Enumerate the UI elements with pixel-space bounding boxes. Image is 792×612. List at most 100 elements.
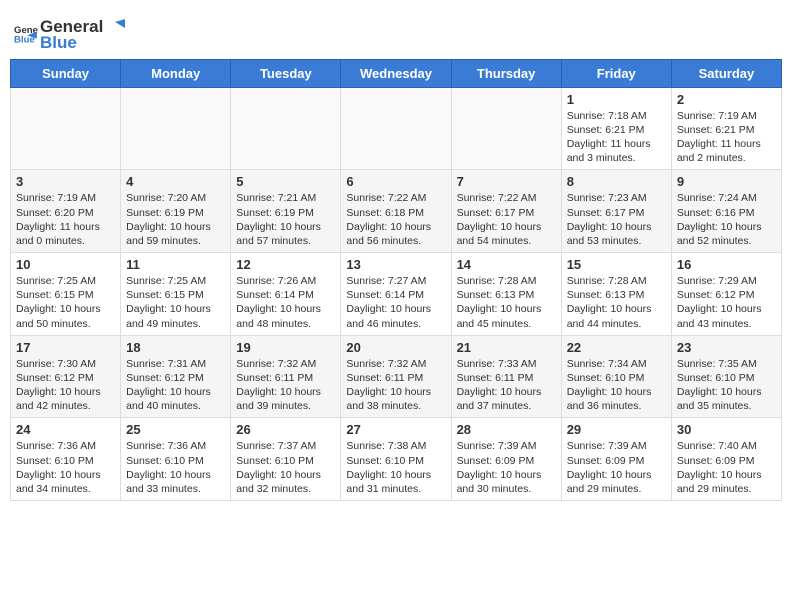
week-row-3: 10Sunrise: 7:25 AMSunset: 6:15 PMDayligh…	[11, 253, 782, 336]
day-info: Sunset: 6:15 PM	[16, 288, 115, 302]
day-info: Sunset: 6:09 PM	[677, 454, 776, 468]
calendar-cell: 22Sunrise: 7:34 AMSunset: 6:10 PMDayligh…	[561, 335, 671, 418]
day-number: 14	[457, 257, 556, 272]
day-info: Sunset: 6:09 PM	[567, 454, 666, 468]
day-info: Sunrise: 7:29 AM	[677, 274, 776, 288]
days-header-row: SundayMondayTuesdayWednesdayThursdayFrid…	[11, 59, 782, 87]
day-info: Daylight: 10 hours and 32 minutes.	[236, 468, 335, 496]
day-number: 29	[567, 422, 666, 437]
day-header-saturday: Saturday	[671, 59, 781, 87]
calendar-cell: 28Sunrise: 7:39 AMSunset: 6:09 PMDayligh…	[451, 418, 561, 501]
day-info: Daylight: 10 hours and 38 minutes.	[346, 385, 445, 413]
day-info: Sunrise: 7:27 AM	[346, 274, 445, 288]
day-number: 22	[567, 340, 666, 355]
day-info: Daylight: 10 hours and 52 minutes.	[677, 220, 776, 248]
calendar-cell: 23Sunrise: 7:35 AMSunset: 6:10 PMDayligh…	[671, 335, 781, 418]
header: General Blue General Blue	[10, 10, 782, 55]
calendar-table: SundayMondayTuesdayWednesdayThursdayFrid…	[10, 59, 782, 501]
day-number: 3	[16, 174, 115, 189]
calendar-cell: 11Sunrise: 7:25 AMSunset: 6:15 PMDayligh…	[121, 253, 231, 336]
day-info: Sunrise: 7:37 AM	[236, 439, 335, 453]
day-info: Daylight: 10 hours and 40 minutes.	[126, 385, 225, 413]
day-info: Sunrise: 7:40 AM	[677, 439, 776, 453]
day-number: 13	[346, 257, 445, 272]
logo-bird-icon	[103, 16, 125, 38]
day-info: Sunset: 6:12 PM	[16, 371, 115, 385]
calendar-cell: 16Sunrise: 7:29 AMSunset: 6:12 PMDayligh…	[671, 253, 781, 336]
day-info: Sunset: 6:10 PM	[567, 371, 666, 385]
calendar-cell: 4Sunrise: 7:20 AMSunset: 6:19 PMDaylight…	[121, 170, 231, 253]
calendar-cell: 8Sunrise: 7:23 AMSunset: 6:17 PMDaylight…	[561, 170, 671, 253]
day-info: Daylight: 10 hours and 48 minutes.	[236, 302, 335, 330]
day-header-sunday: Sunday	[11, 59, 121, 87]
day-header-friday: Friday	[561, 59, 671, 87]
day-info: Daylight: 10 hours and 49 minutes.	[126, 302, 225, 330]
day-info: Daylight: 11 hours and 3 minutes.	[567, 137, 666, 165]
day-info: Daylight: 10 hours and 44 minutes.	[567, 302, 666, 330]
day-info: Daylight: 10 hours and 39 minutes.	[236, 385, 335, 413]
day-info: Sunset: 6:12 PM	[126, 371, 225, 385]
day-info: Sunrise: 7:31 AM	[126, 357, 225, 371]
day-info: Sunrise: 7:22 AM	[346, 191, 445, 205]
day-info: Sunset: 6:17 PM	[567, 206, 666, 220]
calendar-cell: 15Sunrise: 7:28 AMSunset: 6:13 PMDayligh…	[561, 253, 671, 336]
day-info: Sunset: 6:15 PM	[126, 288, 225, 302]
day-number: 19	[236, 340, 335, 355]
day-info: Daylight: 10 hours and 29 minutes.	[677, 468, 776, 496]
day-info: Sunset: 6:18 PM	[346, 206, 445, 220]
day-info: Sunrise: 7:18 AM	[567, 109, 666, 123]
day-info: Sunset: 6:16 PM	[677, 206, 776, 220]
calendar-cell: 20Sunrise: 7:32 AMSunset: 6:11 PMDayligh…	[341, 335, 451, 418]
day-number: 28	[457, 422, 556, 437]
day-info: Daylight: 10 hours and 37 minutes.	[457, 385, 556, 413]
day-info: Daylight: 11 hours and 2 minutes.	[677, 137, 776, 165]
calendar-cell: 18 Sunrise: 7:31 AMSunset: 6:12 PMDayligh…	[121, 335, 231, 418]
week-row-2: 3Sunrise: 7:19 AMSunset: 6:20 PMDaylight…	[11, 170, 782, 253]
calendar-cell	[121, 87, 231, 170]
day-number: 2	[677, 92, 776, 107]
calendar-cell	[11, 87, 121, 170]
day-info: Daylight: 10 hours and 34 minutes.	[16, 468, 115, 496]
day-info: Sunset: 6:14 PM	[236, 288, 335, 302]
week-row-1: 1Sunrise: 7:18 AMSunset: 6:21 PMDaylight…	[11, 87, 782, 170]
calendar-cell: 29Sunrise: 7:39 AMSunset: 6:09 PMDayligh…	[561, 418, 671, 501]
day-info: Daylight: 10 hours and 42 minutes.	[16, 385, 115, 413]
day-number: 21	[457, 340, 556, 355]
day-info: Daylight: 10 hours and 46 minutes.	[346, 302, 445, 330]
day-info: Sunrise: 7:19 AM	[16, 191, 115, 205]
day-info: Sunrise: 7:34 AM	[567, 357, 666, 371]
day-info: Daylight: 10 hours and 43 minutes.	[677, 302, 776, 330]
day-number: 25	[126, 422, 225, 437]
day-info: Daylight: 10 hours and 54 minutes.	[457, 220, 556, 248]
day-number: 17	[16, 340, 115, 355]
calendar-cell: 21Sunrise: 7:33 AMSunset: 6:11 PMDayligh…	[451, 335, 561, 418]
calendar-cell	[341, 87, 451, 170]
day-number: 26	[236, 422, 335, 437]
day-info: Sunrise: 7:32 AM	[236, 357, 335, 371]
day-header-thursday: Thursday	[451, 59, 561, 87]
calendar-cell: 27Sunrise: 7:38 AMSunset: 6:10 PMDayligh…	[341, 418, 451, 501]
calendar-cell: 2Sunrise: 7:19 AMSunset: 6:21 PMDaylight…	[671, 87, 781, 170]
day-info: Sunset: 6:14 PM	[346, 288, 445, 302]
calendar-cell	[231, 87, 341, 170]
week-row-5: 24Sunrise: 7:36 AMSunset: 6:10 PMDayligh…	[11, 418, 782, 501]
day-info: Sunset: 6:17 PM	[457, 206, 556, 220]
day-info: Sunset: 6:10 PM	[677, 371, 776, 385]
day-number: 11	[126, 257, 225, 272]
logo: General Blue General Blue	[14, 16, 125, 53]
day-info: Sunrise: 7:36 AM	[126, 439, 225, 453]
day-info: Daylight: 10 hours and 33 minutes.	[126, 468, 225, 496]
day-info: Sunset: 6:10 PM	[236, 454, 335, 468]
day-info: Sunrise: 7:22 AM	[457, 191, 556, 205]
day-info: Sunrise: 7:28 AM	[567, 274, 666, 288]
day-number: 27	[346, 422, 445, 437]
calendar-cell: 19Sunrise: 7:32 AMSunset: 6:11 PMDayligh…	[231, 335, 341, 418]
day-number: 18	[126, 340, 225, 355]
day-info: Sunrise: 7:30 AM	[16, 357, 115, 371]
day-info: Sunset: 6:10 PM	[346, 454, 445, 468]
day-info: Sunrise: 7:23 AM	[567, 191, 666, 205]
day-info: Daylight: 10 hours and 50 minutes.	[16, 302, 115, 330]
svg-text:Blue: Blue	[14, 35, 35, 46]
day-number: 24	[16, 422, 115, 437]
day-number: 12	[236, 257, 335, 272]
